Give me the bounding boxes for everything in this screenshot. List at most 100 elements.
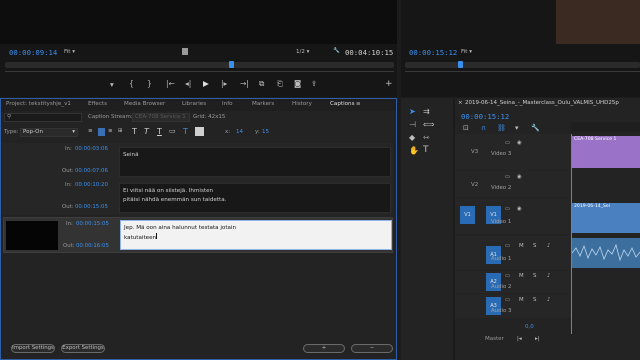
mic-icon[interactable]: ♪	[547, 243, 550, 249]
go-to-start-icon[interactable]: |◂	[517, 336, 522, 342]
wrench-icon[interactable]: 🔧	[531, 124, 540, 132]
out-timecode[interactable]: 00:00:16:05	[76, 243, 109, 249]
source-resolution-select[interactable]: 1/2 ▾	[296, 49, 309, 55]
export-frame-icon[interactable]: ⇪	[311, 79, 317, 88]
out-timecode[interactable]: 00:00:07:06	[75, 168, 108, 174]
caption-row-selected[interactable]: In: 00:00:15:05 Out: 00:00:16:05 Jep. Mä…	[3, 217, 393, 253]
play-icon[interactable]: ▶	[203, 79, 209, 88]
step-back-icon[interactable]: ◂|	[185, 79, 191, 88]
program-scrubber[interactable]	[405, 62, 640, 68]
mark-out-icon[interactable]: }	[147, 79, 152, 88]
program-playhead[interactable]	[458, 61, 463, 68]
source-patch-v1[interactable]: V1	[460, 206, 475, 224]
tab-info[interactable]: Info	[222, 101, 233, 107]
mute-button[interactable]: M	[519, 273, 524, 279]
source-fit-select[interactable]: Fit ▾	[64, 49, 75, 55]
ripple-edit-tool-icon[interactable]: ⊣	[409, 120, 416, 129]
wrench-icon[interactable]: 🔧	[333, 48, 340, 54]
underline-icon[interactable]: T	[157, 127, 162, 136]
tab-captions[interactable]: Captions	[330, 101, 355, 107]
tab-markers[interactable]: Markers	[252, 101, 274, 107]
video-clip[interactable]: 2019-06-14_Sei	[572, 203, 640, 233]
import-settings-button[interactable]: Import Settings	[11, 344, 55, 353]
snap-icon[interactable]: ∩	[481, 124, 486, 132]
go-to-end-icon[interactable]: ▸|	[535, 336, 540, 342]
type-select[interactable]: Pop-On ▾	[20, 128, 78, 137]
time-ruler[interactable]	[571, 122, 640, 132]
sync-lock-icon[interactable]: ▭	[505, 243, 510, 249]
align-left-icon[interactable]: ≡	[88, 128, 93, 134]
go-to-out-icon[interactable]: →|	[240, 79, 249, 88]
solo-button[interactable]: S	[533, 243, 536, 249]
step-forward-icon[interactable]: |▸	[221, 79, 227, 88]
tab-effects[interactable]: Effects	[88, 101, 107, 107]
mute-button[interactable]: M	[519, 297, 524, 303]
solo-button[interactable]: S	[533, 297, 536, 303]
color-swatch[interactable]	[195, 127, 204, 136]
out-timecode[interactable]: 00:00:15:05	[75, 204, 108, 210]
rate-stretch-tool-icon[interactable]: ⟺	[423, 120, 434, 129]
linked-selection-icon[interactable]: ⛓	[497, 124, 506, 132]
add-marker-icon[interactable]: ▾	[515, 124, 519, 132]
in-timecode[interactable]: 00:00:03:06	[75, 146, 108, 152]
caption-text-field[interactable]: Ei viitsi nää on siistejä. Ihmisten pitä…	[119, 183, 391, 213]
panel-menu-icon[interactable]: ≡	[356, 101, 361, 107]
sync-lock-icon[interactable]: ▭	[505, 273, 510, 279]
eye-icon[interactable]: ◉	[517, 174, 522, 180]
program-timecode[interactable]: 00:00:15:12	[409, 48, 457, 57]
caption-stream-select[interactable]: CEA-708 Service 1	[132, 113, 190, 122]
caption-row[interactable]: In: 00:00:03:06 Out: 00:00:07:06 Seinä	[3, 143, 393, 179]
sync-lock-icon[interactable]: ▭	[505, 140, 510, 146]
align-center-icon[interactable]	[98, 128, 105, 136]
italic-icon[interactable]: T	[144, 127, 149, 136]
caption-text-field[interactable]: Seinä	[119, 147, 391, 177]
x-value[interactable]: 14	[236, 129, 243, 135]
tab-media-browser[interactable]: Media Browser	[124, 101, 165, 107]
camera-icon[interactable]: ◙	[294, 79, 301, 88]
caption-row[interactable]: In: 00:00:10:20 Out: 00:00:15:05 Ei viit…	[3, 179, 393, 215]
source-scrubber[interactable]	[5, 62, 394, 68]
tab-history[interactable]: History	[292, 101, 312, 107]
sync-lock-icon[interactable]: ▭	[505, 206, 510, 212]
add-button-icon[interactable]: +	[385, 79, 393, 89]
text-size-icon[interactable]: T	[132, 127, 137, 136]
sync-lock-icon[interactable]: ▭	[505, 297, 510, 303]
text-color-icon[interactable]: T	[183, 127, 188, 136]
program-fit-select[interactable]: Fit ▾	[461, 49, 472, 55]
export-settings-button[interactable]: Export Settings	[61, 344, 105, 353]
go-to-in-icon[interactable]: |←	[166, 79, 175, 88]
align-right-icon[interactable]: ≡	[108, 128, 113, 134]
timeline-timecode[interactable]: 00:00:15:12	[461, 112, 509, 121]
sync-lock-icon[interactable]: ▭	[505, 174, 510, 180]
solo-button[interactable]: S	[533, 273, 536, 279]
track-a1[interactable]	[455, 236, 571, 270]
y-value[interactable]: 15	[262, 129, 269, 135]
mute-button[interactable]: M	[519, 243, 524, 249]
nest-icon[interactable]: ⊡	[463, 124, 469, 132]
sequence-tab[interactable]: 2019-06-14_Seina_-_Masterclass_Oulu_VALM…	[465, 100, 619, 106]
track-a3[interactable]	[455, 294, 571, 318]
background-color-icon[interactable]: ▭	[169, 127, 176, 135]
razor-tool-icon[interactable]: ◆	[409, 133, 415, 142]
eye-icon[interactable]: ◉	[517, 140, 522, 146]
caption-clip[interactable]: CEA-708 Service 1	[572, 136, 640, 168]
source-timecode[interactable]: 00:00:09:14	[9, 48, 57, 57]
audio-clip[interactable]	[572, 238, 640, 268]
type-tool-icon[interactable]: T	[423, 145, 429, 155]
eye-icon[interactable]: ◉	[517, 206, 522, 212]
mark-in-icon[interactable]: {	[129, 79, 134, 88]
hand-tool-icon[interactable]: ✋	[409, 146, 419, 155]
in-timecode[interactable]: 00:00:15:05	[76, 221, 109, 227]
marker-icon[interactable]: ▾	[110, 80, 114, 89]
timeline-close-icon[interactable]: ×	[458, 100, 463, 106]
track-select-tool-icon[interactable]: ⇉	[423, 107, 430, 116]
master-volume-value[interactable]: 0,0	[525, 324, 534, 330]
position-grid-icon[interactable]: ⊞	[118, 128, 123, 134]
mic-icon[interactable]: ♪	[547, 273, 550, 279]
add-caption-button[interactable]: +	[303, 344, 345, 353]
tab-libraries[interactable]: Libraries	[182, 101, 206, 107]
search-input[interactable]: ⚲	[4, 113, 82, 122]
overwrite-icon[interactable]: ⎗	[277, 79, 283, 89]
add-marker-icon[interactable]	[182, 48, 188, 55]
timeline-playhead[interactable]	[571, 134, 572, 334]
